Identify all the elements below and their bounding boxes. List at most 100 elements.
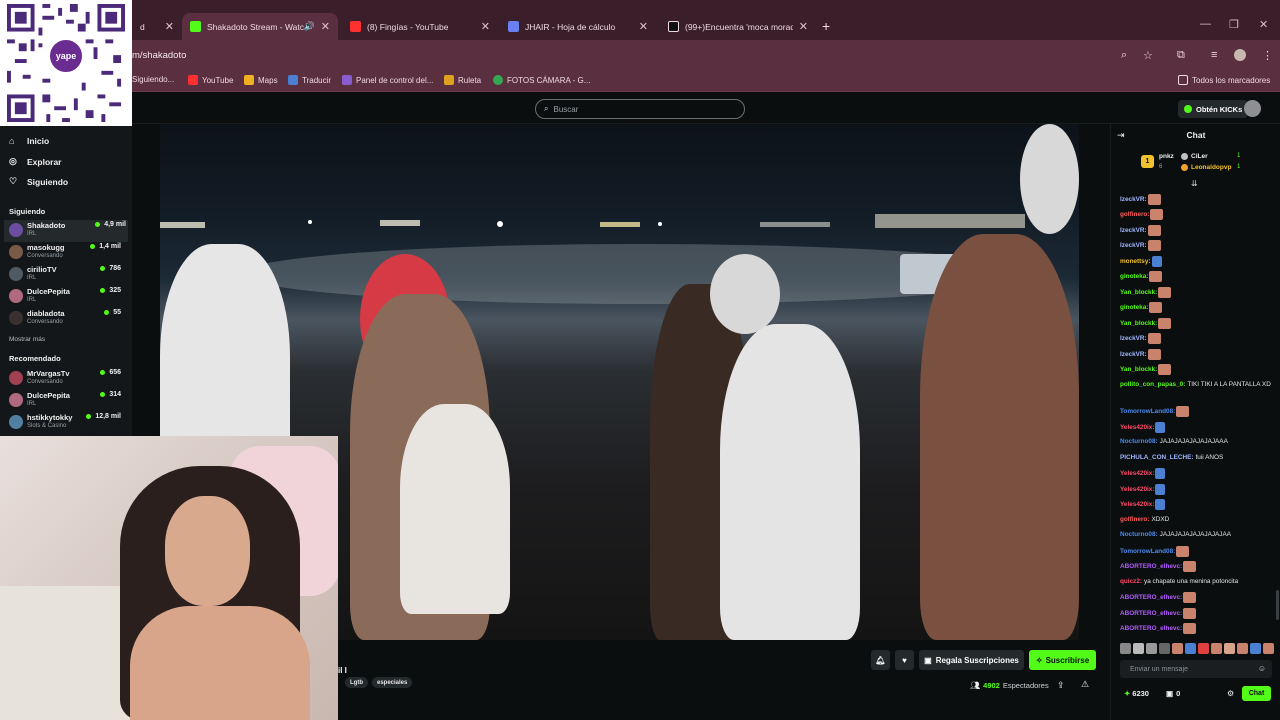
chat-username[interactable]: Yan_blockk: (1120, 320, 1157, 327)
sidebar-channel[interactable]: diabladota Conversando 55 (9, 308, 123, 330)
report-icon[interactable]: ⚠ (1081, 679, 1089, 690)
follow-button[interactable]: ♥ (895, 650, 914, 670)
sidebar-channel[interactable]: MrVargasTv Conversando 656 (9, 368, 123, 390)
media-icon[interactable]: ≡ (1211, 49, 1217, 61)
subscribe-button[interactable]: ✧ Suscribirse (1029, 650, 1096, 670)
scrollbar[interactable] (1276, 590, 1279, 620)
browser-tab[interactable]: (8) Fingías - YouTube ✕ (342, 13, 498, 40)
chat-username[interactable]: Yan_blockk: (1120, 289, 1157, 296)
nav-following[interactable]: ♡ Siguiendo (9, 176, 68, 187)
browser-tab[interactable]: JHAIR - Hoja de cálculo ✕ (500, 13, 656, 40)
chat-username[interactable]: Yeles420ix: (1120, 424, 1154, 431)
emote-icon[interactable] (1120, 643, 1131, 654)
sidebar-channel[interactable]: DulcePepita IRL 325 (9, 286, 123, 308)
chat-username[interactable]: ginoteka: (1120, 304, 1148, 311)
chat-username[interactable]: IzeckVR: (1120, 196, 1147, 203)
chat-username[interactable]: PICHULA_CON_LECHE: (1120, 454, 1194, 461)
zoom-icon[interactable]: ⌕ (1121, 49, 1127, 62)
emote-icon[interactable] (1159, 643, 1170, 654)
chat-username[interactable]: pollito_con_papas_0: (1120, 381, 1185, 388)
chat-username[interactable]: Yan_blockk: (1120, 366, 1157, 373)
url-field[interactable]: m/shakadoto (132, 50, 186, 61)
emote-icon[interactable] (1263, 643, 1274, 654)
chat-username[interactable]: quicz2: (1120, 578, 1142, 585)
close-icon[interactable]: ✕ (633, 20, 648, 33)
all-bookmarks[interactable]: Todos los marcadores (1178, 75, 1270, 85)
chat-message-input[interactable]: Enviar un mensaje ☺ (1120, 660, 1272, 678)
bookmark[interactable]: Traducir (288, 75, 331, 85)
emoji-icon[interactable]: ☺ (1258, 664, 1266, 673)
tag[interactable]: Lgtb (345, 677, 368, 688)
new-tab-icon[interactable]: + (822, 18, 830, 34)
gear-icon[interactable]: ⚙ (1227, 689, 1234, 698)
chat-username[interactable]: IzeckVR: (1120, 351, 1147, 358)
bookmark[interactable]: Ruleta (444, 75, 481, 85)
emote-icon[interactable] (1250, 643, 1261, 654)
emote-icon[interactable] (1172, 643, 1183, 654)
chat-username[interactable]: ABORTERO_elhevc: (1120, 563, 1182, 570)
chat-username[interactable]: golfinero: (1120, 211, 1149, 218)
close-icon[interactable]: ✕ (315, 20, 330, 33)
profile-avatar[interactable] (1234, 49, 1246, 61)
star-icon[interactable]: ☆ (1143, 49, 1153, 62)
user-avatar[interactable] (1244, 100, 1261, 117)
chat-username[interactable]: TomorrowLand08: (1120, 408, 1175, 415)
search-input[interactable]: ⌕ Buscar (535, 99, 745, 119)
notifications-button[interactable]: 🔔︎ (871, 650, 890, 670)
nav-home[interactable]: ⌂ Inicio (9, 136, 49, 146)
sidebar-channel[interactable]: cirilioTV IRL 786 (9, 264, 123, 286)
expand-pinned-icon[interactable]: ⇊ (1191, 179, 1198, 188)
browser-tab-active[interactable]: Shakadoto Stream - Watch 🔊 ✕ (182, 13, 338, 40)
sidebar-channel[interactable]: hstikkytokky Slots & Casino 12,8 mil (9, 412, 123, 434)
chat-username[interactable]: IzeckVR: (1120, 335, 1147, 342)
close-icon[interactable]: ✕ (475, 20, 490, 33)
browser-tab[interactable]: d ✕ (132, 13, 182, 40)
emote-icon[interactable] (1185, 643, 1196, 654)
sidebar-channel[interactable]: Shakadoto IRL 4,9 mil (4, 220, 128, 242)
chat-username[interactable]: ABORTERO_elhevc: (1120, 610, 1182, 617)
chat-username[interactable]: ginoteka: (1120, 273, 1148, 280)
chat-username[interactable]: Yeles420ix: (1120, 501, 1154, 508)
channel-points[interactable]: ✦ 6230 (1124, 689, 1149, 698)
chat-username[interactable]: ABORTERO_elhevc: (1120, 594, 1182, 601)
bookmark[interactable]: Maps (244, 75, 278, 85)
chat-username[interactable]: Nocturno08: (1120, 531, 1158, 538)
sidebar-channel[interactable]: DulcePepita IRL 314 (9, 390, 123, 412)
show-more-link[interactable]: Mostrar más (9, 336, 45, 343)
speaker-icon[interactable]: 🔊 (304, 21, 315, 32)
gift-count[interactable]: ▣ 0 (1166, 689, 1180, 698)
chat-username[interactable]: golfinero: (1120, 516, 1149, 523)
chat-username[interactable]: monettsy: (1120, 258, 1151, 265)
bookmark[interactable]: Siguiendo... (132, 75, 174, 84)
maximize-icon[interactable]: ❐ (1229, 18, 1239, 31)
extensions-icon[interactable]: ⧉ (1177, 49, 1185, 62)
emote-icon[interactable] (1211, 643, 1222, 654)
close-window-icon[interactable]: ✕ (1259, 18, 1268, 31)
gifter-user[interactable]: CiLer (1181, 153, 1208, 160)
emote-icon[interactable] (1146, 643, 1157, 654)
chat-username[interactable]: ABORTERO_elhevc: (1120, 625, 1182, 632)
gift-subs-button[interactable]: ▣ Regala Suscripciones (919, 650, 1024, 670)
chat-username[interactable]: Yeles420ix: (1120, 470, 1154, 477)
chat-username[interactable]: Yeles420ix: (1120, 486, 1154, 493)
gifter-user[interactable]: Leonaldopvp (1181, 164, 1231, 171)
tag[interactable]: especiales (372, 677, 413, 688)
bookmark[interactable]: FOTOS CÁMARA - G... (493, 75, 590, 85)
send-chat-button[interactable]: Chat (1242, 686, 1271, 701)
emote-icon[interactable] (1198, 643, 1209, 654)
close-icon[interactable]: ✕ (159, 20, 174, 33)
emote-icon[interactable] (1224, 643, 1235, 654)
bookmark[interactable]: Panel de control del... (342, 75, 433, 85)
bookmark[interactable]: YouTube (188, 75, 233, 85)
share-icon[interactable]: ⇪ (1057, 680, 1065, 691)
get-kicks-button[interactable]: Obtén KICKs (1178, 100, 1249, 118)
emote-icon[interactable] (1237, 643, 1248, 654)
chat-username[interactable]: Nocturno08: (1120, 438, 1158, 445)
sidebar-channel[interactable]: masokugg Conversando 1,4 mil (9, 242, 123, 264)
emote-icon[interactable] (1133, 643, 1144, 654)
minimize-icon[interactable]: — (1200, 18, 1211, 30)
nav-explore[interactable]: ◎ Explorar (9, 156, 62, 167)
browser-tab[interactable]: (99+)Encuentra 'moca moradito' ✕ (660, 13, 816, 40)
close-icon[interactable]: ✕ (793, 20, 808, 33)
chat-username[interactable]: IzeckVR: (1120, 227, 1147, 234)
